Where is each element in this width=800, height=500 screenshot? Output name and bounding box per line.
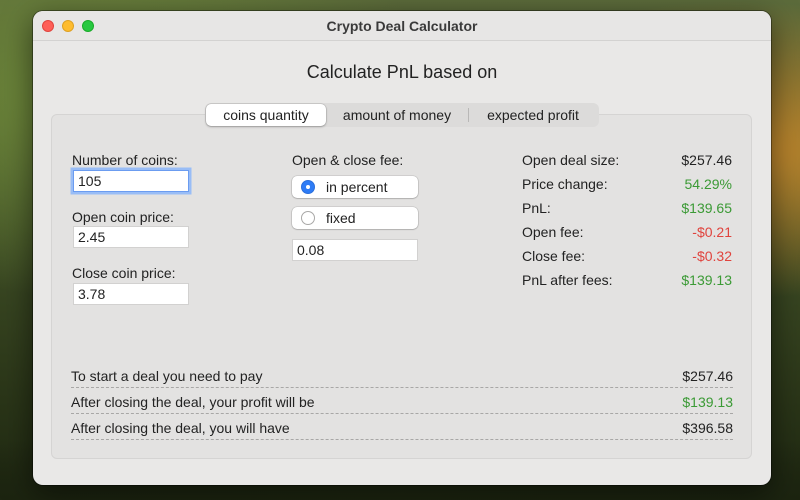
tab-amount-of-money[interactable]: amount of money — [326, 104, 468, 126]
tab-expected-profit[interactable]: expected profit — [469, 104, 597, 126]
summary-row-profit: After closing the deal, your profit will… — [71, 392, 733, 414]
summary-label: After closing the deal, you will have — [71, 420, 290, 436]
open-price-label: Open coin price: — [72, 209, 174, 225]
fee-value-input[interactable]: 0.08 — [292, 239, 418, 261]
coins-input[interactable]: 105 — [73, 170, 189, 192]
fee-fixed-radio[interactable]: fixed — [292, 207, 418, 229]
stat-value: -$0.32 — [692, 248, 732, 264]
mode-segmented-control: coins quantity amount of money expected … — [205, 103, 599, 127]
summary-value: $139.13 — [682, 394, 733, 410]
fee-percent-radio[interactable]: in percent — [292, 176, 418, 198]
stat-value: $139.13 — [681, 272, 732, 288]
stat-label: Close fee: — [522, 248, 586, 264]
stat-label: Price change: — [522, 176, 608, 192]
stat-label: PnL after fees: — [522, 272, 613, 288]
summary-row-pay: To start a deal you need to pay $257.46 — [71, 366, 733, 388]
summary-value: $257.46 — [682, 368, 733, 384]
tab-coins-quantity[interactable]: coins quantity — [206, 104, 326, 126]
title-bar: Crypto Deal Calculator — [33, 11, 771, 41]
stat-value: $139.65 — [681, 200, 732, 216]
stat-label: PnL: — [522, 200, 551, 216]
fee-percent-label: in percent — [326, 179, 388, 195]
summary-label: After closing the deal, your profit will… — [71, 394, 315, 410]
radio-selected-icon — [301, 180, 315, 194]
page-heading: Calculate PnL based on — [306, 62, 498, 82]
stat-label: Open deal size: — [522, 152, 620, 168]
close-price-input[interactable]: 3.78 — [73, 283, 189, 305]
fee-fixed-label: fixed — [326, 210, 356, 226]
close-price-label: Close coin price: — [72, 265, 176, 281]
window-title: Crypto Deal Calculator — [326, 18, 478, 34]
stat-value: $257.46 — [681, 152, 732, 168]
app-window: Crypto Deal Calculator Calculate PnL bas… — [33, 11, 771, 485]
summary-label: To start a deal you need to pay — [71, 368, 263, 384]
coins-label: Number of coins: — [72, 152, 178, 168]
stat-label: Open fee: — [522, 224, 584, 240]
stat-value: 54.29% — [684, 176, 732, 192]
summary-row-total: After closing the deal, you will have $3… — [71, 418, 733, 440]
fee-label: Open & close fee: — [292, 152, 404, 168]
open-price-input[interactable]: 2.45 — [73, 226, 189, 248]
stat-value: -$0.21 — [692, 224, 732, 240]
summary-value: $396.58 — [682, 420, 733, 436]
radio-unselected-icon — [301, 211, 315, 225]
